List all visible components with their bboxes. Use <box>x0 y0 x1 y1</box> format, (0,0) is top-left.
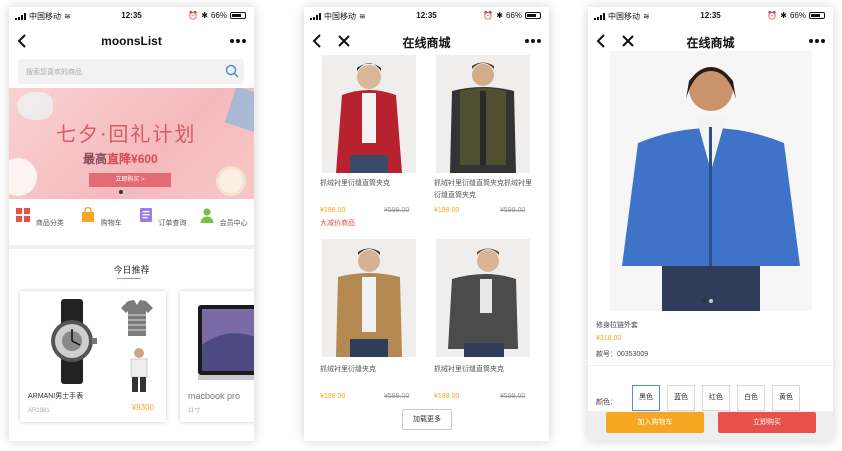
product-old-price: ¥599.00 <box>500 393 526 400</box>
battery-percent: 66% <box>789 11 806 20</box>
menu-item-member[interactable]: 会员中心 <box>193 203 254 243</box>
user-icon <box>200 208 214 223</box>
product-card-macbook[interactable]: macbook pro 11寸 <box>180 291 254 422</box>
macbook-image <box>198 305 254 380</box>
home-screen: 中国移动 ≋ 12:35 ⏰ ✱ 66% moonsList 搜索您喜欢的商品 … <box>9 7 254 441</box>
product-price: ¥318.00 <box>596 335 622 342</box>
banner-subline: 最高直降¥600 <box>83 152 158 166</box>
sneaker-image <box>17 92 53 120</box>
quick-menu: 商品分类 购物车 订单查询 会员中心 <box>9 203 254 243</box>
search-placeholder: 搜索您喜欢的商品 <box>26 69 82 76</box>
product-name: 抓绒衬里衍缝直筒夹克 <box>434 366 504 373</box>
search-input[interactable]: 搜索您喜欢的商品 <box>18 59 244 84</box>
product-image <box>322 239 416 357</box>
more-icon[interactable] <box>525 39 541 43</box>
bluetooth-icon: ✱ <box>201 11 208 20</box>
battery-percent: 66% <box>210 11 227 20</box>
banner-pagination <box>119 190 137 194</box>
polo-shirt-image <box>121 300 153 336</box>
list-screen: 中国移动 ≋ 12:35 ⏰ ✱ 66% 在线商城 抓绒衬里衍缝直筒夹克 ¥19… <box>304 7 549 441</box>
product-name: 抓绒衬里衍缝直筒夹克 <box>320 180 390 187</box>
product-price: ¥198.00 <box>434 207 460 214</box>
color-option-black[interactable]: 黑色 <box>632 385 660 411</box>
watch-image <box>51 299 97 384</box>
navbar: moonsList <box>9 25 254 57</box>
battery-icon <box>809 12 825 19</box>
battery-icon <box>525 12 541 19</box>
menu-item-category[interactable]: 商品分类 <box>9 203 70 243</box>
status-bar: 中国移动 ≋ 12:35 ⏰ ✱ 66% <box>588 7 833 25</box>
product-name: 抓绒衬里衍缝直筒夹克抓绒衬里衍缝直筒夹克 <box>434 180 532 199</box>
battery-percent: 66% <box>505 11 522 20</box>
product-image <box>322 55 416 173</box>
navbar: 在线商城 <box>304 25 549 57</box>
promo-banner[interactable]: 七夕·回礼计划 最高直降¥600 立即购买 > <box>9 88 254 199</box>
recommend-underline <box>117 278 141 279</box>
flower-image <box>9 158 37 196</box>
model-image <box>130 348 148 392</box>
shopping-bag-icon <box>82 206 95 222</box>
product-name: 修身拉链外套 <box>596 322 638 329</box>
page-title: 在线商城 <box>686 36 735 50</box>
shirt-image <box>224 88 254 132</box>
card-product-code: AR1981 <box>28 408 50 414</box>
menu-item-cart[interactable]: 购物车 <box>70 203 131 243</box>
color-label: 颜色： <box>596 399 617 406</box>
banner-buy-button[interactable]: 立即购买 > <box>89 173 171 187</box>
product-gallery[interactable] <box>610 51 812 311</box>
card-product-name: ARMANI男士手表 <box>28 393 84 400</box>
buy-now-button[interactable]: 立即购买 <box>718 412 816 433</box>
status-bar: 中国移动 ≋ 12:35 ⏰ ✱ 66% <box>304 7 549 25</box>
color-option-blue[interactable]: 蓝色 <box>667 385 695 411</box>
alarm-icon: ⏰ <box>767 11 778 20</box>
banner-headline: 七夕·回礼计划 <box>56 122 197 146</box>
product-price: ¥198.00 <box>320 207 346 214</box>
bag-image <box>216 166 246 196</box>
product-name: 抓绒衬里衍缝夹克 <box>320 366 376 373</box>
battery-icon <box>230 12 246 19</box>
status-bar: 中国移动 ≋ 12:35 ⏰ ✱ 66% <box>9 7 254 25</box>
product-image <box>436 239 530 357</box>
add-to-cart-button[interactable]: 加入购物车 <box>606 412 704 433</box>
product-code: 款号：00353009 <box>596 351 649 358</box>
sale-tag: 大减价商品 <box>320 220 355 227</box>
product-price: ¥198.00 <box>434 393 460 400</box>
order-list-icon <box>139 208 152 222</box>
product-card-watch[interactable]: ARMANI男士手表 AR1981 ¥9300 <box>20 291 166 422</box>
card-product-price: ¥9300 <box>131 403 154 412</box>
color-option-red[interactable]: 红色 <box>702 385 730 411</box>
more-icon[interactable] <box>809 39 825 43</box>
gallery-pagination <box>702 299 713 303</box>
more-icon[interactable] <box>230 39 246 43</box>
color-option-yellow[interactable]: 黄色 <box>772 385 800 411</box>
grid-icon <box>16 208 31 222</box>
page-title: moonsList <box>101 34 162 48</box>
bluetooth-icon: ✱ <box>780 11 787 20</box>
product-old-price: ¥599.00 <box>384 207 410 214</box>
menu-item-orders[interactable]: 订单查询 <box>132 203 193 243</box>
search-icon[interactable] <box>225 64 239 78</box>
card-product-code: 11寸 <box>188 408 201 414</box>
product-old-price: ¥599.00 <box>384 393 410 400</box>
page-title: 在线商城 <box>402 36 451 50</box>
product-price: ¥198.00 <box>320 393 346 400</box>
alarm-icon: ⏰ <box>483 11 494 20</box>
recommend-title: 今日推荐 <box>113 265 150 275</box>
product-old-price: ¥599.00 <box>500 207 526 214</box>
section-divider <box>588 365 833 366</box>
load-more-button[interactable]: 加载更多 <box>402 409 452 430</box>
product-photo <box>622 67 800 311</box>
alarm-icon: ⏰ <box>188 11 199 20</box>
detail-screen: 中国移动 ≋ 12:35 ⏰ ✱ 66% 在线商城 修身拉链外套 ¥318.00… <box>588 7 833 441</box>
color-option-white[interactable]: 白色 <box>737 385 765 411</box>
product-image <box>436 55 530 173</box>
card-product-name: macbook pro <box>188 391 241 401</box>
section-divider <box>9 245 254 249</box>
bluetooth-icon: ✱ <box>496 11 503 20</box>
